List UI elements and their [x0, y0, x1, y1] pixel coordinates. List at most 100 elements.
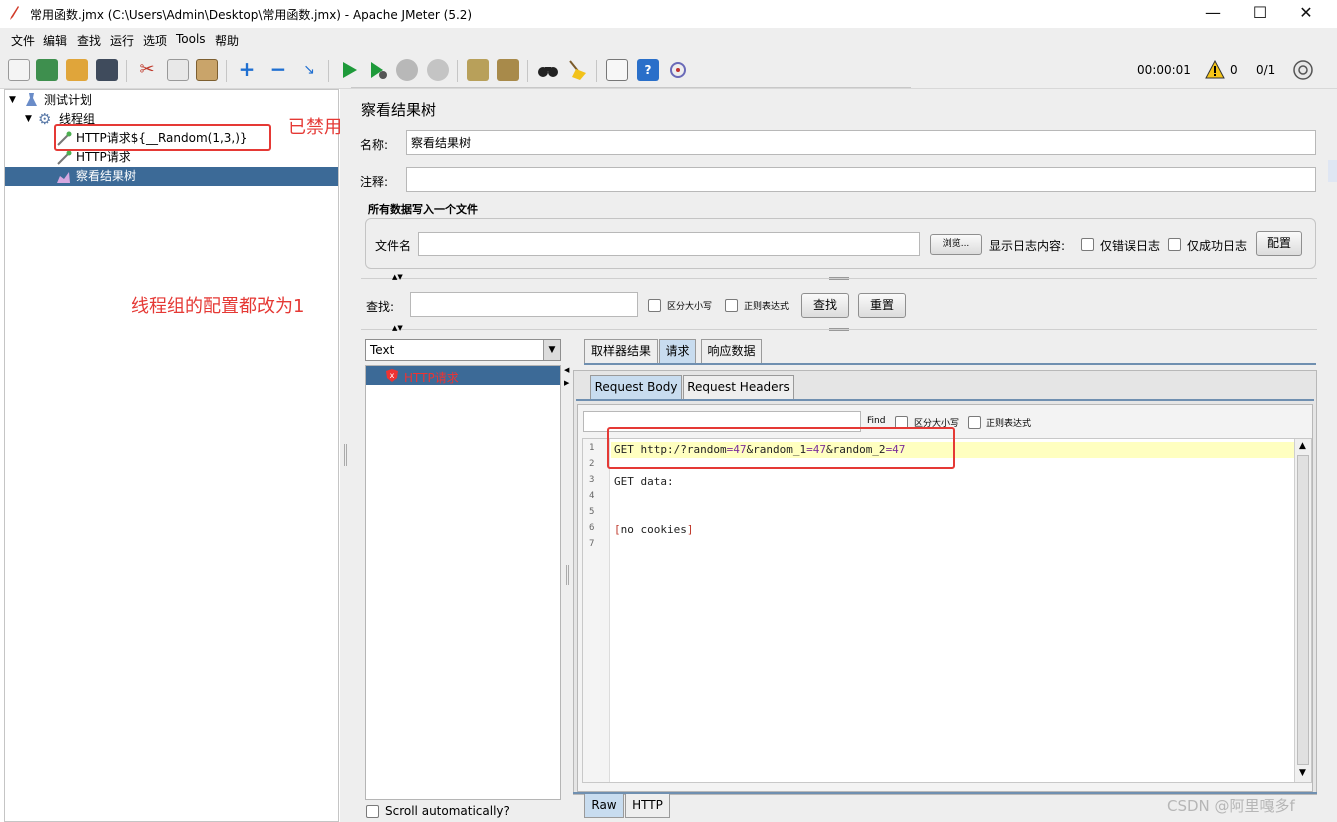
collapse-icon[interactable]: −	[267, 59, 289, 81]
toolbar-separator	[596, 60, 597, 82]
remote-icon[interactable]	[667, 59, 689, 81]
cut-icon[interactable]: ✂	[136, 59, 158, 81]
success-only-label: 仅成功日志	[1187, 239, 1248, 253]
expand-icon[interactable]: +	[236, 59, 258, 81]
stop-icon[interactable]	[396, 59, 418, 81]
tab-response-data[interactable]: 响应数据	[701, 339, 762, 363]
open-icon[interactable]	[66, 59, 88, 81]
start-icon[interactable]	[338, 59, 360, 81]
warning-icon[interactable]	[1205, 59, 1225, 80]
configure-button[interactable]: 配置	[1256, 231, 1302, 256]
tab-raw[interactable]: Raw	[584, 794, 624, 818]
copy-icon[interactable]	[167, 59, 189, 81]
renderer-select[interactable]: Text ▼	[365, 339, 561, 361]
line-number: 7	[589, 539, 595, 549]
editor-regex-checkbox[interactable]	[968, 416, 981, 429]
paste-icon[interactable]	[196, 59, 218, 81]
function-helper-icon[interactable]	[606, 59, 628, 81]
minimize-button[interactable]: —	[1190, 2, 1236, 26]
help-icon[interactable]: ?	[637, 59, 659, 81]
close-button[interactable]: ✕	[1283, 2, 1329, 26]
scroll-up-icon[interactable]: ▲	[1299, 441, 1306, 451]
errors-only-checkbox[interactable]	[1081, 238, 1094, 251]
subtab-underline	[576, 399, 1314, 401]
csdn-watermark: CSDN @阿里嘎多f	[1167, 797, 1295, 815]
view-results-tree-panel: 察看结果树 名称: 注释: 所有数据写入一个文件 文件名 浏览... 显示日志内…	[351, 87, 1337, 822]
thread-count: 0/1	[1256, 63, 1276, 77]
success-only-checkbox[interactable]	[1168, 238, 1181, 251]
toggle-icon[interactable]: ↘	[298, 59, 320, 81]
tree-item-test-plan[interactable]: ▼ 测试计划	[5, 91, 338, 110]
shutdown-icon[interactable]	[427, 59, 449, 81]
chevron-down-icon: ▼	[543, 340, 560, 360]
pipette-icon	[56, 150, 72, 166]
collapse-arrows-icon[interactable]: ▲▼	[392, 273, 403, 281]
splitter-grip	[566, 565, 569, 585]
tab-http[interactable]: HTTP	[625, 794, 670, 818]
save-icon[interactable]	[96, 59, 118, 81]
clear-icon[interactable]	[467, 59, 489, 81]
line-gutter	[583, 439, 610, 782]
errors-only-label: 仅错误日志	[1100, 239, 1161, 253]
expand-arrow-icon[interactable]: ▼	[25, 110, 32, 129]
broom-icon[interactable]	[566, 59, 588, 81]
menu-options[interactable]: 选项	[143, 32, 167, 49]
menu-file[interactable]: 文件	[11, 32, 35, 49]
sample-result-list: x HTTP请求	[365, 365, 561, 800]
bottom-tab-underline	[573, 792, 1317, 794]
reset-button[interactable]: 重置	[858, 293, 906, 318]
toolbar-separator	[527, 60, 528, 82]
search-input[interactable]	[410, 292, 638, 317]
scroll-auto-checkbox[interactable]	[366, 805, 379, 818]
menu-search[interactable]: 查找	[77, 32, 101, 49]
find-button[interactable]: 查找	[801, 293, 849, 318]
menu-run[interactable]: 运行	[110, 32, 134, 49]
regex-checkbox[interactable]	[725, 299, 738, 312]
error-shield-icon: x	[385, 368, 399, 383]
toolbar-separator	[328, 60, 329, 82]
tab-sampler-result[interactable]: 取样器结果	[584, 339, 658, 363]
scroll-down-icon[interactable]: ▼	[1299, 768, 1306, 778]
vertical-splitter[interactable]	[340, 89, 351, 822]
comment-input[interactable]	[406, 167, 1316, 192]
scroll-auto-label: Scroll automatically?	[385, 804, 510, 818]
new-icon[interactable]	[8, 59, 30, 81]
line-number: 1	[589, 443, 595, 453]
start-no-pause-icon[interactable]	[367, 59, 389, 81]
regex-label: 正则表达式	[744, 302, 790, 312]
tree-item-view-results-tree[interactable]: 察看结果树	[5, 167, 338, 186]
browse-button[interactable]: 浏览...	[930, 234, 982, 255]
split-right-arrow-icon[interactable]: ▶	[564, 379, 569, 387]
scroll-thumb[interactable]	[1297, 455, 1309, 765]
disabled-annotation-box	[54, 124, 271, 151]
filename-input[interactable]	[418, 232, 920, 256]
binoculars-icon[interactable]	[537, 59, 559, 81]
jmeter-feather-icon	[8, 5, 20, 21]
name-input[interactable]	[406, 130, 1316, 155]
disabled-annotation: 已禁用	[288, 117, 342, 138]
menu-help[interactable]: 帮助	[215, 32, 239, 49]
file-section-title: 所有数据写入一个文件	[368, 203, 478, 216]
split-left-arrow-icon[interactable]: ◀	[564, 366, 569, 374]
tab-request-body[interactable]: Request Body	[590, 375, 682, 399]
menu-tools[interactable]: Tools	[176, 32, 206, 46]
expand-arrow-icon[interactable]: ▼	[9, 91, 16, 110]
editor-regex-label: 正则表达式	[986, 419, 1032, 429]
clear-all-icon[interactable]	[497, 59, 519, 81]
menu-edit[interactable]: 编辑	[43, 32, 67, 49]
tab-request[interactable]: 请求	[659, 339, 696, 363]
test-plan-icon	[25, 93, 38, 107]
collapse-arrows-icon[interactable]: ▲▼	[392, 324, 403, 332]
search-label: 查找:	[366, 300, 395, 314]
templates-icon[interactable]	[36, 59, 58, 81]
code-editor[interactable]: ▲ ▼ 1 GET http:/?random=47&random_1=47&ra…	[582, 438, 1312, 783]
test-plan-tree: ▼ 测试计划 ▼ ⚙ 线程组 HTTP请求${__Random(1,3,)} H…	[4, 89, 339, 822]
globe-icon[interactable]	[1292, 59, 1314, 81]
vertical-scrollbar[interactable]: ▲ ▼	[1294, 439, 1311, 782]
tab-request-headers[interactable]: Request Headers	[683, 375, 794, 399]
sample-row[interactable]: x HTTP请求	[366, 366, 560, 385]
case-sensitive-checkbox[interactable]	[648, 299, 661, 312]
file-section-box: 文件名 浏览... 显示日志内容: 仅错误日志 仅成功日志 配置	[365, 218, 1316, 269]
tab-underline	[584, 363, 1316, 365]
maximize-button[interactable]: ☐	[1237, 2, 1283, 26]
